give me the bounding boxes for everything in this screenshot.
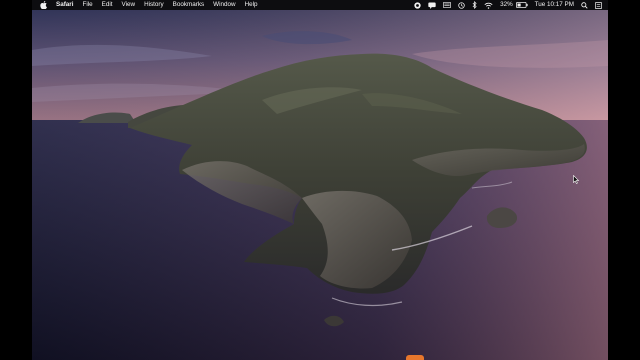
menu-view[interactable]: View	[122, 0, 136, 10]
desktop-wallpaper	[32, 10, 608, 360]
wifi-icon[interactable]	[484, 2, 493, 9]
control-center-icon[interactable]	[595, 1, 602, 9]
menu-edit[interactable]: Edit	[102, 0, 113, 10]
keyboard-icon[interactable]	[443, 2, 452, 8]
app-menu-safari[interactable]: Safari	[56, 0, 74, 10]
menu-window[interactable]: Window	[213, 0, 235, 10]
spotlight-icon[interactable]	[581, 1, 588, 9]
menu-help[interactable]: Help	[245, 0, 258, 10]
messages-icon[interactable]	[428, 2, 436, 9]
time-machine-icon[interactable]	[458, 1, 465, 9]
desktop-screen: Safari File Edit View History Bookmarks …	[32, 0, 608, 360]
mouse-cursor-icon	[573, 175, 579, 184]
apple-menu-icon[interactable]	[40, 1, 47, 9]
dock-app-icon[interactable]	[406, 355, 424, 360]
menu-file[interactable]: File	[83, 0, 93, 10]
menu-bookmarks[interactable]: Bookmarks	[173, 0, 205, 10]
record-icon[interactable]	[414, 1, 421, 9]
menu-history[interactable]: History	[144, 0, 164, 10]
battery-icon[interactable]	[515, 2, 528, 8]
battery-percent: 32%	[500, 1, 513, 8]
menubar-clock[interactable]: Tue 10:17 PM	[535, 0, 574, 10]
menu-bar: Safari File Edit View History Bookmarks …	[32, 0, 608, 10]
bluetooth-icon[interactable]	[472, 1, 477, 9]
